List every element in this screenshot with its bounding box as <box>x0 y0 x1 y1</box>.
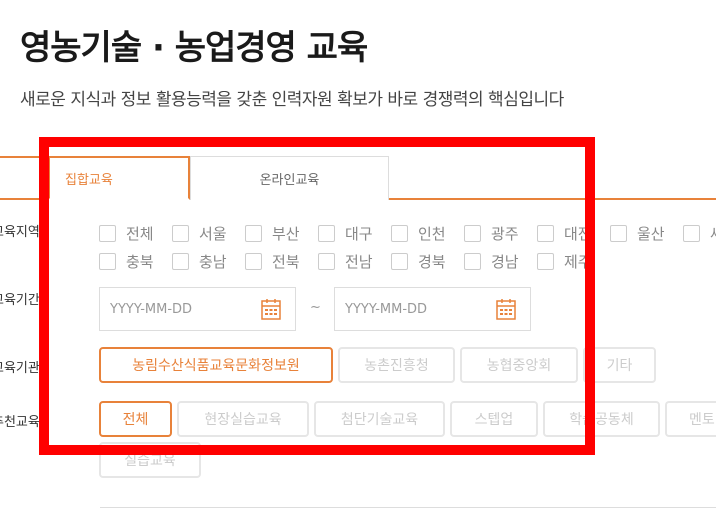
recommended-chip-learning-community[interactable]: 학습공동체 <box>543 401 660 437</box>
region-checkbox-daegu[interactable]: 대구 <box>318 223 373 244</box>
checkbox-label: 충북 <box>126 253 154 271</box>
checkbox-label: 세종 <box>710 223 716 244</box>
calendar-icon[interactable] <box>261 298 281 324</box>
calendar-icon[interactable] <box>496 298 516 324</box>
checkbox-label: 제주 <box>564 253 592 271</box>
checkbox-label: 광주 <box>491 225 519 243</box>
recommended-chip-advanced-tech[interactable]: 첨단기술교육 <box>314 401 445 437</box>
tab-border-left <box>0 156 48 158</box>
recommended-chip-field-practice[interactable]: 현장실습교육 <box>177 401 309 437</box>
checkbox-box[interactable] <box>464 225 481 242</box>
region-checkbox-ulsan[interactable]: 울산 <box>610 223 665 244</box>
region-checkbox-gyeongnam[interactable]: 경남 <box>464 251 519 272</box>
page-title: 영농기술 · 농업경영 교육 <box>20 28 368 68</box>
checkbox-label: 경남 <box>491 253 519 271</box>
checkbox-label: 서울 <box>199 225 227 243</box>
checkbox-box[interactable] <box>99 225 116 242</box>
checkbox-label: 충남 <box>199 253 227 271</box>
section-divider <box>100 507 716 508</box>
page-subtitle: 새로운 지식과 정보 활용능력을 갖춘 인력자원 확보가 바로 경쟁력의 핵심입… <box>20 90 564 110</box>
region-checkbox-sejong[interactable]: 세종 <box>683 223 716 244</box>
tab-online-education[interactable]: 온라인교육 <box>190 156 389 200</box>
institution-chip-nonghyup[interactable]: 농협중앙회 <box>460 347 578 383</box>
checkbox-label: 전체 <box>126 225 154 243</box>
checkbox-box[interactable] <box>391 253 408 270</box>
region-checkbox-gyeongbuk[interactable]: 경북 <box>391 251 446 272</box>
institution-chip-epis[interactable]: 농림수산식품교육문화정보원 <box>99 347 333 383</box>
checkbox-label: 울산 <box>637 225 665 243</box>
start-date-placeholder: YYYY-MM-DD <box>110 301 193 317</box>
region-checkbox-seoul[interactable]: 서울 <box>172 223 227 244</box>
checkbox-box[interactable] <box>537 253 554 270</box>
checkbox-box[interactable] <box>537 225 554 242</box>
period-label: 교육기간 <box>0 293 40 308</box>
institution-chip-rda[interactable]: 농촌진흥청 <box>338 347 455 383</box>
checkbox-label: 대구 <box>345 225 373 243</box>
region-checkbox-gwangju[interactable]: 광주 <box>464 223 519 244</box>
recommended-chip-step-up[interactable]: 스텝업 <box>450 401 538 437</box>
start-date-input[interactable]: YYYY-MM-DD <box>99 287 296 331</box>
region-checkbox-busan[interactable]: 부산 <box>245 223 300 244</box>
end-date-placeholder: YYYY-MM-DD <box>345 301 428 317</box>
checkbox-box[interactable] <box>318 225 335 242</box>
checkbox-label: 전북 <box>272 253 300 271</box>
date-separator: ~ <box>310 300 321 315</box>
region-checkbox-jeju[interactable]: 제주 <box>537 251 592 272</box>
region-checkbox-jeonbuk[interactable]: 전북 <box>245 251 300 272</box>
region-checkbox-jeonnam[interactable]: 전남 <box>318 251 373 272</box>
recommended-label: 추천교육 <box>0 415 40 430</box>
checkbox-box[interactable] <box>318 253 335 270</box>
checkbox-box[interactable] <box>172 225 189 242</box>
institution-label: 교육기관 <box>0 361 40 376</box>
checkbox-label: 전남 <box>345 253 373 271</box>
checkbox-label: 인천 <box>418 225 446 243</box>
region-checkbox-chungbuk[interactable]: 충북 <box>99 251 154 272</box>
region-checkbox-chungnam[interactable]: 충남 <box>172 251 227 272</box>
checkbox-box[interactable] <box>99 253 116 270</box>
checkbox-box[interactable] <box>683 225 700 242</box>
region-label: 교육지역 <box>0 225 40 240</box>
region-checkbox-all[interactable]: 전체 <box>99 223 154 244</box>
tab-group-education[interactable]: 집합교육 <box>48 156 190 200</box>
checkbox-box[interactable] <box>172 253 189 270</box>
checkbox-label: 부산 <box>272 225 300 243</box>
region-checkbox-incheon[interactable]: 인천 <box>391 223 446 244</box>
checkbox-box[interactable] <box>391 225 408 242</box>
checkbox-box[interactable] <box>464 253 481 270</box>
checkbox-box[interactable] <box>245 225 262 242</box>
institution-chip-other[interactable]: 기타 <box>583 347 656 383</box>
end-date-input[interactable]: YYYY-MM-DD <box>334 287 531 331</box>
checkbox-box[interactable] <box>610 225 627 242</box>
recommended-chip-practice[interactable]: 실습교육 <box>99 442 201 478</box>
checkbox-label: 경북 <box>418 253 446 271</box>
recommended-chip-all[interactable]: 전체 <box>99 401 172 437</box>
checkbox-box[interactable] <box>245 253 262 270</box>
region-checkbox-daejeon[interactable]: 대전 <box>537 223 592 244</box>
checkbox-label: 대전 <box>564 225 592 243</box>
recommended-chip-mentoring[interactable]: 멘토링 <box>665 401 716 437</box>
